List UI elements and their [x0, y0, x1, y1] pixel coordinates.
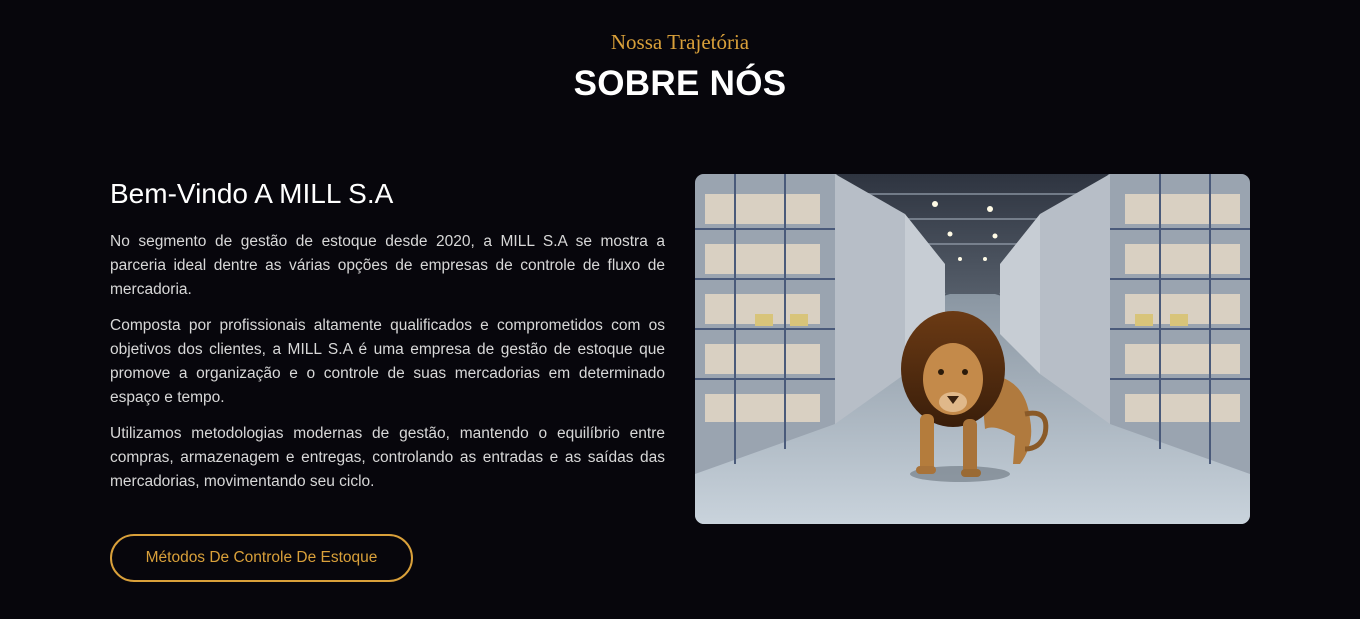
- about-text-column: Bem-Vindo A MILL S.A No segmento de gest…: [110, 178, 665, 506]
- section-eyebrow: Nossa Trajetória: [610, 30, 750, 54]
- about-paragraph-2: Composta por profissionais altamente qua…: [110, 317, 665, 406]
- welcome-heading: Bem-Vindo A MILL S.A: [110, 178, 394, 209]
- about-paragraph-1: No segmento de gestão de estoque desde 2…: [110, 233, 665, 298]
- section-title: SOBRE NÓS: [573, 64, 787, 103]
- about-paragraph-3: Utilizamos metodologias modernas de gest…: [110, 425, 665, 490]
- warehouse-lion-image: [695, 174, 1250, 524]
- stock-control-methods-button[interactable]: Métodos De Controle De Estoque: [110, 534, 413, 582]
